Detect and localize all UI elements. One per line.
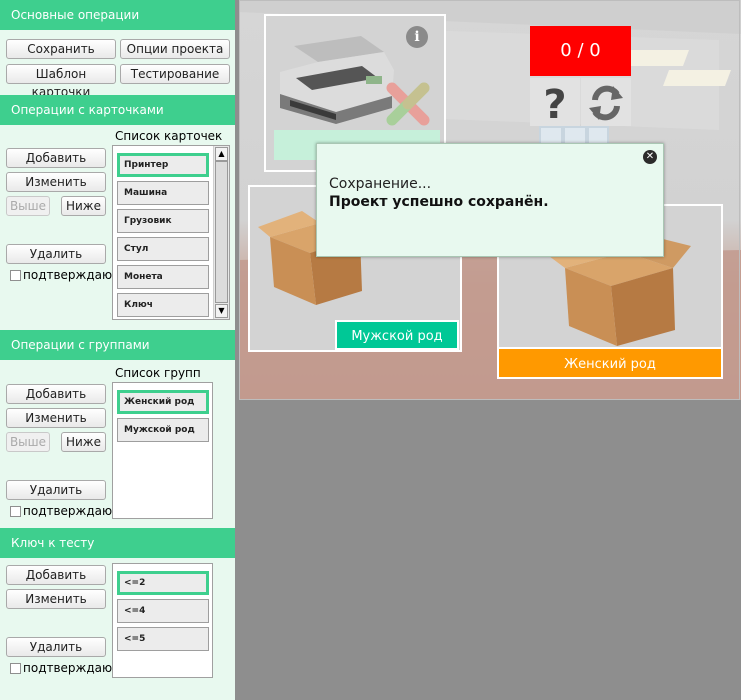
sidebar: Основные операции Сохранить Опции проект…: [0, 0, 235, 700]
list-item[interactable]: Машина: [117, 181, 209, 205]
card-edit-button[interactable]: Изменить: [6, 172, 106, 192]
group-delete-button[interactable]: Удалить: [6, 480, 106, 500]
score-display: 0 / 0: [530, 26, 631, 76]
card-template-button[interactable]: Шаблон карточки: [6, 64, 116, 99]
list-item[interactable]: Принтер: [117, 153, 209, 177]
group-edit-button[interactable]: Изменить: [6, 408, 106, 428]
dialog-message: Проект успешно сохранён.: [329, 194, 549, 210]
group-down-button[interactable]: Ниже: [61, 432, 106, 452]
group-add-button[interactable]: Добавить: [6, 384, 106, 404]
svg-text:?: ?: [543, 82, 566, 126]
card-confirm-label: подтверждаю: [23, 268, 113, 282]
cards-list-title: Список карточек: [115, 129, 223, 143]
group-confirm-label: подтверждаю: [23, 504, 113, 518]
list-item[interactable]: Мужской род: [117, 418, 209, 442]
cards-scrollbar[interactable]: ▲ ▼: [213, 146, 229, 319]
testing-button[interactable]: Тестирование: [120, 64, 230, 84]
list-item[interactable]: Ключ: [117, 293, 209, 317]
female-group-label[interactable]: Женский род: [497, 347, 723, 379]
cards-ops-header: Операции с карточками: [0, 95, 235, 125]
groups-ops-header: Операции с группами: [0, 330, 235, 360]
list-item[interactable]: Женский род: [117, 390, 209, 414]
groups-listbox[interactable]: Женский род Мужской род: [112, 382, 213, 519]
wrong-cross-icon: [386, 82, 430, 126]
close-icon[interactable]: ✕: [643, 150, 657, 164]
list-item[interactable]: <=2: [117, 571, 209, 595]
group-confirm-checkbox[interactable]: [10, 506, 21, 517]
card-down-button[interactable]: Ниже: [61, 196, 106, 216]
key-add-button[interactable]: Добавить: [6, 565, 106, 585]
basic-ops-header: Основные операции: [0, 0, 235, 30]
scroll-up-icon[interactable]: ▲: [215, 147, 228, 161]
dialog-status-text: Сохранение...: [329, 176, 432, 192]
help-icon[interactable]: ?: [530, 78, 580, 128]
key-edit-button[interactable]: Изменить: [6, 589, 106, 609]
list-item[interactable]: <=5: [117, 627, 209, 651]
key-confirm-checkbox[interactable]: [10, 663, 21, 674]
scroll-thumb[interactable]: [215, 161, 228, 303]
list-item[interactable]: <=4: [117, 599, 209, 623]
card-up-button[interactable]: Выше: [6, 196, 50, 216]
save-notification-dialog: ✕ Сохранение... Проект успешно сохранён.: [316, 143, 664, 257]
groups-list-title: Список групп: [115, 366, 201, 380]
card-confirm-checkbox[interactable]: [10, 270, 21, 281]
card-add-button[interactable]: Добавить: [6, 148, 106, 168]
key-delete-button[interactable]: Удалить: [6, 637, 106, 657]
save-button[interactable]: Сохранить: [6, 39, 116, 59]
group-up-button[interactable]: Выше: [6, 432, 50, 452]
list-item[interactable]: Стул: [117, 237, 209, 261]
project-options-button[interactable]: Опции проекта: [120, 39, 230, 59]
key-confirm-label: подтверждаю: [23, 661, 113, 675]
info-icon[interactable]: i: [406, 26, 428, 48]
card-delete-button[interactable]: Удалить: [6, 244, 106, 264]
male-group-label[interactable]: Мужской род: [335, 320, 459, 350]
test-key-header: Ключ к тесту: [0, 528, 235, 558]
list-item[interactable]: Монета: [117, 265, 209, 289]
cards-listbox[interactable]: Принтер Машина Грузовик Стул Монета Ключ…: [112, 145, 230, 320]
scroll-down-icon[interactable]: ▼: [215, 304, 228, 318]
refresh-icon[interactable]: [581, 78, 631, 126]
list-item[interactable]: Грузовик: [117, 209, 209, 233]
test-key-listbox[interactable]: <=2 <=4 <=5: [112, 563, 213, 678]
